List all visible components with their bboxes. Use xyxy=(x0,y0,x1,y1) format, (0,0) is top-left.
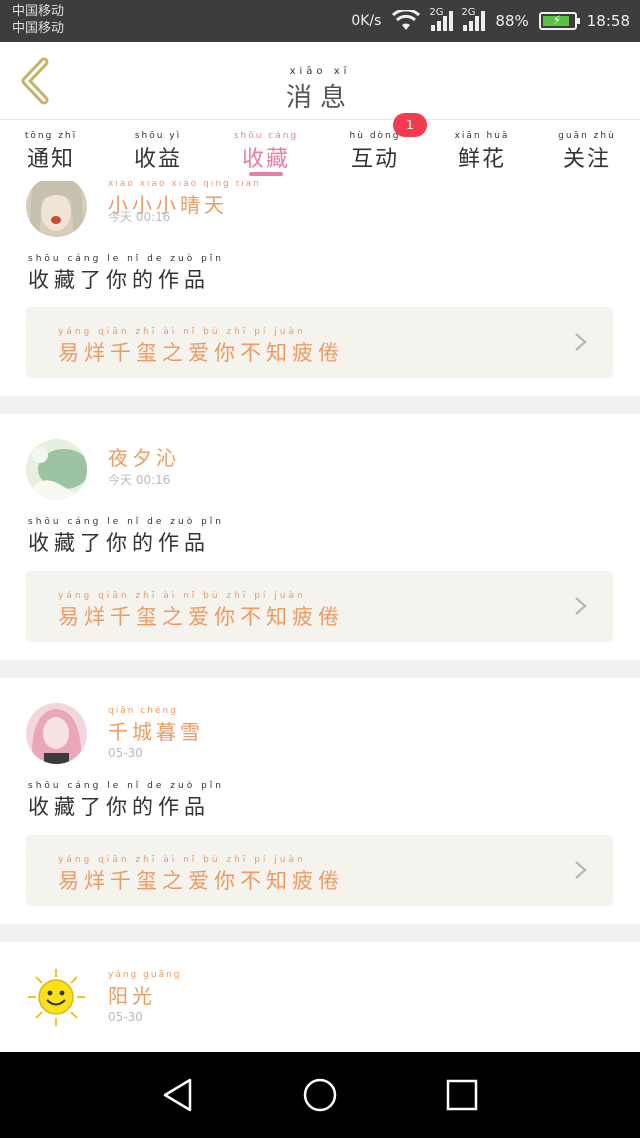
action-pinyin: shōu cáng le nǐ de zuò pǐn xyxy=(28,254,224,264)
action-label: 收藏了你的作品 xyxy=(28,795,210,819)
charging-bolt-icon: ⚡ xyxy=(552,13,562,27)
time-value: 05-30 xyxy=(108,746,143,760)
action-label: 收藏了你的作品 xyxy=(28,531,210,555)
action-text: shōu cáng le nǐ de zuò pǐn 收藏了你的作品 xyxy=(28,517,224,557)
list-item: xiǎo xiǎo xiǎo qíng tiān 小小小晴天 今天 00:16 … xyxy=(0,181,640,396)
tab-interactions[interactable]: hù dòng 互动 xyxy=(330,131,420,173)
tab-label: 互动 xyxy=(350,147,399,172)
action-label: 收藏了你的作品 xyxy=(28,268,210,292)
system-nav-bar xyxy=(0,1052,640,1138)
work-title-text: 易烊千玺之爱你不知疲倦 xyxy=(58,341,344,365)
work-title-text: 易烊千玺之爱你不知疲倦 xyxy=(58,605,344,629)
user-name-text: 夜夕沁 xyxy=(108,446,180,470)
work-link[interactable]: yáng qiān zhī ài nǐ bù zhī pí juàn 易烊千玺之… xyxy=(26,835,613,906)
tab-label: 通知 xyxy=(26,147,75,172)
status-icons: 0K/s 2G 2G 88% ⚡ 18:58 xyxy=(351,0,630,42)
time-value: 00:16 xyxy=(135,473,171,487)
wifi-icon xyxy=(392,10,421,30)
signal-icon: 2G xyxy=(429,7,454,31)
chevron-right-icon xyxy=(575,597,587,615)
time-word: 今天 xyxy=(108,210,133,224)
sim2-network-type: 2G xyxy=(461,7,476,18)
tab-label: 收藏 xyxy=(241,147,290,172)
tab-label: 关注 xyxy=(562,147,611,172)
list-item: qiān chéng 千城暮雪 05-30 shōu cáng le nǐ de… xyxy=(0,678,640,924)
square-recent-icon[interactable] xyxy=(444,1077,480,1113)
tab-pinyin: shōu yì xyxy=(134,131,182,141)
notification-list[interactable]: xiǎo xiǎo xiǎo qíng tiān 小小小晴天 今天 00:16 … xyxy=(0,181,640,1052)
action-text: shōu cáng le nǐ de zuò pǐn 收藏了你的作品 xyxy=(28,781,224,821)
user-name[interactable]: 夜夕沁 xyxy=(108,442,180,471)
divider xyxy=(0,924,640,942)
divider xyxy=(0,660,640,678)
time-value: 05-30 xyxy=(108,1010,143,1024)
active-tab-indicator xyxy=(249,172,283,176)
interaction-count-badge: 1 xyxy=(393,113,427,137)
tab-bar: tōng zhī 通知 shōu yì 收益 shōu cáng 收藏 hù d… xyxy=(0,121,640,181)
page-title-text: 消息 xyxy=(285,83,354,113)
action-pinyin: shōu cáng le nǐ de zuò pǐn xyxy=(28,781,224,791)
clock: 18:58 xyxy=(586,12,630,30)
tab-favorites[interactable]: shōu cáng 收藏 xyxy=(221,131,311,173)
circle-home-icon[interactable] xyxy=(302,1077,338,1113)
notification-time: 05-30 xyxy=(108,1010,143,1024)
triangle-back-icon[interactable] xyxy=(160,1077,196,1113)
tab-label: 收益 xyxy=(133,147,182,172)
user-name-text: 千城暮雪 xyxy=(108,720,204,744)
time-word: 今天 xyxy=(108,473,133,487)
avatar[interactable] xyxy=(26,181,87,237)
top-app-bar: xiāo xī 消息 xyxy=(0,42,640,120)
carrier-line-2: 中国移动 xyxy=(12,21,65,36)
tab-label: 鲜花 xyxy=(457,147,506,172)
work-title-pinyin: yáng qiān zhī ài nǐ bù zhī pí juàn xyxy=(58,327,306,337)
work-link[interactable]: yáng qiān zhī ài nǐ bù zhī pí juàn 易烊千玺之… xyxy=(26,307,613,378)
list-item: 夜夕沁 今天 00:16 shōu cáng le nǐ de zuò pǐn … xyxy=(0,414,640,660)
user-name-pinyin: xiǎo xiǎo xiǎo qíng tiān xyxy=(108,181,261,189)
action-pinyin: shōu cáng le nǐ de zuò pǐn xyxy=(28,517,224,527)
work-title: yáng qiān zhī ài nǐ bù zhī pí juàn 易烊千玺之… xyxy=(58,855,344,895)
battery-percent: 88% xyxy=(495,12,529,30)
net-speed: 0K/s xyxy=(351,13,382,29)
notification-time: 05-30 xyxy=(108,746,143,760)
carrier-info: 中国移动 中国移动 xyxy=(12,3,64,37)
work-title: yáng qiān zhī ài nǐ bù zhī pí juàn 易烊千玺之… xyxy=(58,327,344,367)
tab-flowers[interactable]: xiān huā 鲜花 xyxy=(437,131,527,173)
tab-pinyin: xiān huā xyxy=(454,131,510,141)
page-title-pinyin: xiāo xī xyxy=(289,66,351,77)
user-name-pinyin: yáng guāng xyxy=(108,970,182,980)
notification-time: 今天 00:16 xyxy=(108,471,170,488)
tab-earnings[interactable]: shōu yì 收益 xyxy=(113,131,203,173)
user-name[interactable]: yáng guāng 阳光 xyxy=(108,970,181,1009)
tab-following[interactable]: guān zhù 关注 xyxy=(542,131,632,173)
divider xyxy=(0,396,640,414)
page-title: xiāo xī 消息 xyxy=(0,67,640,114)
tab-pinyin: tōng zhī xyxy=(24,131,78,141)
chevron-right-icon xyxy=(575,861,587,879)
list-item: yáng guāng 阳光 05-30 xyxy=(0,942,640,1052)
tab-pinyin: shōu cáng xyxy=(233,131,299,141)
avatar[interactable] xyxy=(26,967,87,1028)
tab-notifications[interactable]: tōng zhī 通知 xyxy=(6,131,96,173)
work-title-text: 易烊千玺之爱你不知疲倦 xyxy=(58,869,344,893)
time-value: 00:16 xyxy=(135,210,171,224)
user-name[interactable]: qiān chéng 千城暮雪 xyxy=(108,706,204,745)
notification-time: 今天 00:16 xyxy=(108,208,170,225)
sim1-network-type: 2G xyxy=(429,7,444,18)
sun-icon xyxy=(28,969,85,1026)
user-name-text: 阳光 xyxy=(108,984,156,1008)
tab-pinyin: guān zhù xyxy=(558,131,616,141)
user-name-pinyin: qiān chéng xyxy=(108,706,178,716)
work-title: yáng qiān zhī ài nǐ bù zhī pí juàn 易烊千玺之… xyxy=(58,591,344,631)
action-text: shōu cáng le nǐ de zuò pǐn 收藏了你的作品 xyxy=(28,254,224,294)
avatar[interactable] xyxy=(26,439,87,500)
work-title-pinyin: yáng qiān zhī ài nǐ bù zhī pí juàn xyxy=(58,855,306,865)
work-title-pinyin: yáng qiān zhī ài nǐ bù zhī pí juàn xyxy=(58,591,306,601)
work-link[interactable]: yáng qiān zhī ài nǐ bù zhī pí juàn 易烊千玺之… xyxy=(26,571,613,642)
signal-icon: 2G xyxy=(461,7,486,31)
battery-icon: ⚡ xyxy=(538,12,580,30)
avatar[interactable] xyxy=(26,703,87,764)
carrier-line-1: 中国移动 xyxy=(12,4,65,19)
status-bar: 中国移动 中国移动 0K/s 2G 2G 88% ⚡ 18:58 xyxy=(0,0,640,42)
chevron-right-icon xyxy=(575,333,587,351)
